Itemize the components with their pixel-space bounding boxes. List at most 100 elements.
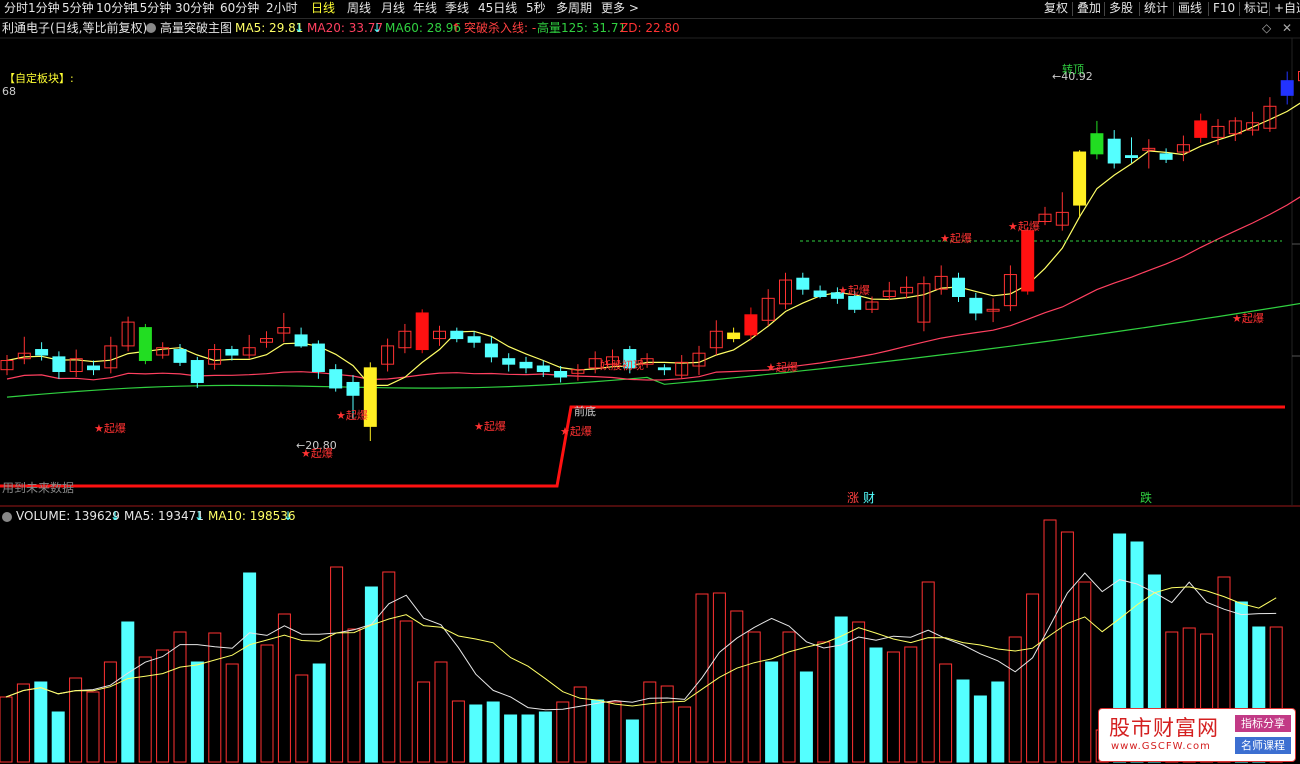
- candle-body: [190, 360, 204, 383]
- candle-body: [1073, 151, 1087, 206]
- volume-bar: [1078, 581, 1092, 763]
- volume-bar: [678, 706, 692, 763]
- volume-bar: [1008, 636, 1022, 763]
- rise-label: 涨: [847, 490, 859, 505]
- volume-bar: [364, 586, 378, 763]
- volume-bar: [417, 681, 431, 763]
- volume-ma5-value: MA5: 193471: [124, 509, 204, 523]
- volume-bar: [817, 641, 831, 763]
- volume-bar: [190, 661, 204, 763]
- future-data-label: 用到未来数据: [2, 480, 74, 495]
- volume-bar: [295, 674, 309, 763]
- volume-bar: [34, 681, 48, 763]
- volume-bar: [1043, 519, 1057, 763]
- candle-body: [554, 370, 568, 378]
- volume-bar: [208, 632, 222, 763]
- volume-bar: [799, 671, 813, 763]
- candle-body: [969, 297, 983, 314]
- volume-bar: [173, 631, 187, 763]
- volume-bar: [556, 701, 570, 763]
- volume-bar: [156, 649, 170, 763]
- candle-body: [536, 365, 550, 372]
- volume-bar: [869, 647, 883, 763]
- candle-body: [1194, 120, 1208, 138]
- explode-label: ★起爆: [1008, 219, 1040, 233]
- volume-bar: [521, 714, 535, 763]
- volume-bar: [765, 661, 779, 763]
- volume-bar: [451, 700, 465, 763]
- volume-info-bar: VOLUME: 139629 ↓ MA5: 193471 ↓ MA10: 198…: [0, 508, 1300, 524]
- candle-body: [744, 314, 758, 336]
- volume-bar: [1026, 593, 1040, 763]
- fall-label: 跌: [1140, 490, 1152, 505]
- volume-bar: [86, 691, 100, 763]
- volume-bar: [834, 616, 848, 763]
- volume-bar: [225, 663, 239, 763]
- candle-body: [1280, 80, 1294, 96]
- watermark-logo: 股市财富网 www.GSCFW.com 指标分享 名师课程: [1098, 708, 1296, 762]
- candle-body: [952, 277, 965, 298]
- prev-low-label: 前底: [574, 404, 596, 418]
- kill-line: [0, 405, 1285, 488]
- volume-bar: [991, 681, 1005, 763]
- volume-bar: [886, 651, 900, 763]
- candle-body: [484, 343, 498, 358]
- volume-bar: [243, 572, 257, 763]
- volume-bar: [591, 699, 605, 763]
- volume-bar: [625, 719, 639, 763]
- volume-bar: [347, 628, 361, 763]
- volume-bar: [0, 696, 13, 763]
- candle-body: [225, 349, 239, 356]
- volume-bar: [538, 711, 552, 763]
- volume-ma10-arrow-icon: ↓: [283, 509, 294, 523]
- volume-bar: [904, 646, 918, 763]
- candle-body: [467, 336, 481, 343]
- explode-label: ★起爆: [94, 421, 126, 435]
- candle-body: [346, 381, 360, 396]
- volume-bar: [469, 704, 483, 763]
- volume-bar: [260, 644, 274, 763]
- candle-body: [1125, 155, 1138, 159]
- explode-label: ★起爆: [560, 424, 592, 438]
- volume-bar: [312, 663, 326, 763]
- volume-bar: [16, 683, 30, 763]
- top-label: 转顶: [1062, 62, 1084, 76]
- explode-label: ★起爆: [766, 360, 798, 374]
- volume-value: VOLUME: 139629: [16, 509, 120, 523]
- volume-bar: [434, 661, 448, 763]
- candle-body: [35, 349, 49, 356]
- kline-chart[interactable]: 【自定板块】:68用到未来数据←40.92转顶←20.80前底妖股初现★起爆★起…: [0, 0, 1300, 764]
- ma20-line: [6, 196, 1300, 381]
- volume-bar: [138, 656, 152, 763]
- candle-body: [52, 356, 66, 372]
- dropdown-circle-icon[interactable]: [2, 512, 12, 522]
- volume-bar: [939, 663, 953, 763]
- candle-body: [329, 369, 343, 389]
- watermark-title: 股市财富网: [1109, 716, 1219, 740]
- candle-body: [727, 332, 741, 340]
- candle-body: [848, 296, 862, 310]
- candle-body: [173, 349, 187, 363]
- candle-body: [1090, 133, 1104, 155]
- volume-bar: [399, 620, 413, 763]
- demon-label: 妖股初现: [600, 358, 644, 372]
- badge-teacher-course[interactable]: 名师课程: [1235, 737, 1291, 754]
- candle-body: [1107, 138, 1121, 164]
- candle-body: [415, 312, 429, 351]
- candle-body: [87, 365, 100, 371]
- badge-indicator-share[interactable]: 指标分享: [1235, 715, 1291, 732]
- candle-body: [1159, 153, 1173, 160]
- watermark-url: www.GSCFW.com: [1111, 741, 1211, 752]
- price-top-label: 68: [2, 85, 16, 98]
- volume-bar: [330, 566, 344, 763]
- volume-bar: [51, 711, 65, 763]
- candle-body: [311, 343, 325, 372]
- volume-ma5-arrow-icon: ↓: [194, 509, 205, 523]
- volume-bar: [1060, 531, 1074, 763]
- volume-bar: [504, 714, 518, 763]
- candle-body: [450, 330, 464, 340]
- volume-arrow-icon: ↓: [110, 509, 121, 523]
- volume-bar: [921, 581, 935, 763]
- candle-body: [657, 367, 671, 371]
- wealth-label: 财: [863, 491, 875, 505]
